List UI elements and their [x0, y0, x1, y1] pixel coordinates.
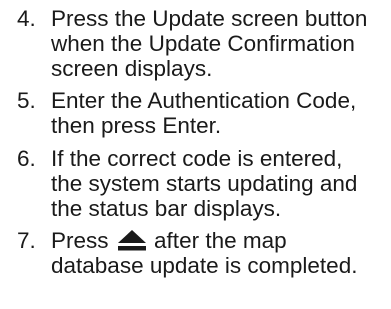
step-number: 6. — [17, 146, 36, 171]
step-number: 5. — [17, 88, 36, 113]
step-text: Press after the map database update is c… — [51, 228, 387, 278]
step-line: screen displays. — [51, 56, 213, 81]
step-line: the system starts updating and — [51, 171, 358, 196]
step-text: Enter the Authentication Code, then pres… — [51, 88, 387, 138]
step-line: when the Update Confirmation — [51, 31, 355, 56]
step-line: If the correct code is entered, — [51, 146, 343, 171]
step-line: then press Enter. — [51, 113, 222, 138]
step-line: Press the Update screen button — [51, 6, 368, 31]
step-line-text: after the map — [154, 228, 287, 253]
eject-icon — [117, 229, 147, 251]
step-line: Press after the map — [51, 228, 387, 253]
step-line: the status bar displays. — [51, 196, 282, 221]
step-line: Enter the Authentication Code, — [51, 88, 357, 113]
step-line: database update is completed. — [51, 253, 358, 278]
step-line-text: Press — [51, 228, 109, 253]
step-number: 4. — [17, 6, 36, 31]
step-number: 7. — [17, 228, 36, 253]
step-text: If the correct code is entered, the syst… — [51, 146, 387, 221]
step-text: Press the Update screen button when the … — [51, 6, 387, 81]
